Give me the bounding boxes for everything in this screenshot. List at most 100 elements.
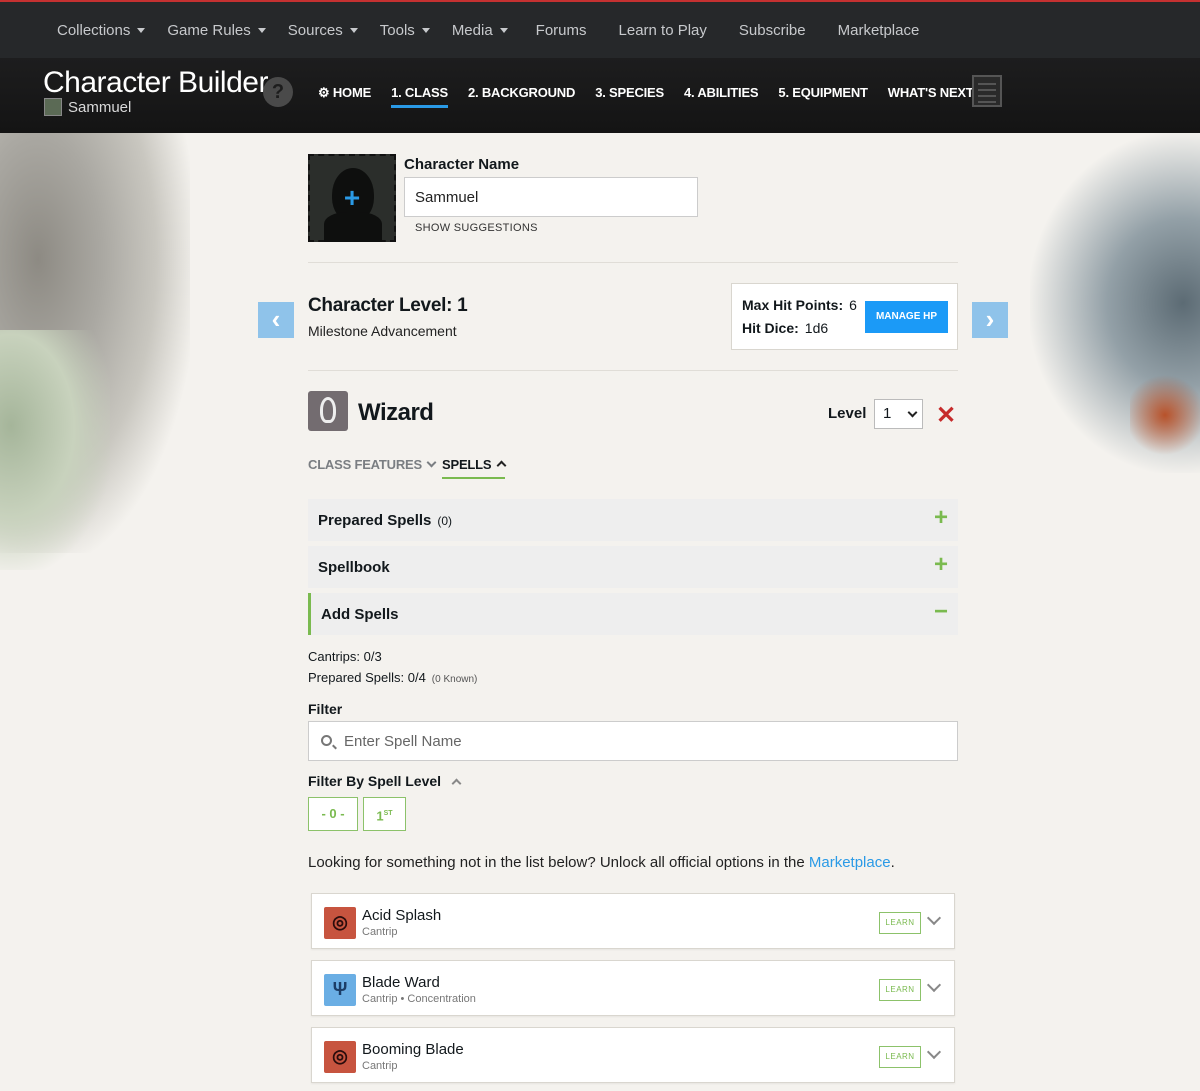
minus-icon: − bbox=[933, 598, 948, 625]
page-title: Character Builder bbox=[43, 66, 268, 99]
remove-class-icon[interactable]: ✕ bbox=[936, 401, 956, 430]
nav-label: Sources bbox=[287, 21, 343, 39]
learn-spell-button[interactable]: LEARN bbox=[879, 979, 921, 1001]
next-level-button[interactable]: › bbox=[972, 302, 1008, 338]
filter-by-level-label: Filter By Spell Level bbox=[308, 773, 442, 789]
chevron-down-icon[interactable] bbox=[926, 910, 942, 926]
nav-label: Collections bbox=[57, 21, 131, 39]
top-nav: Collections Game Rules Sources Tools Med… bbox=[0, 0, 1200, 58]
caret-down-icon bbox=[257, 27, 266, 33]
advancement-type: Milestone Advancement bbox=[308, 323, 457, 339]
evocation-school-icon: ◎ bbox=[324, 1041, 356, 1073]
nav-label: Game Rules bbox=[167, 21, 251, 39]
filter-level-0-button[interactable]: - 0 - bbox=[308, 797, 358, 831]
tab-class-features[interactable]: CLASS FEATURES bbox=[308, 457, 437, 472]
chevron-down-icon[interactable] bbox=[926, 1044, 942, 1060]
class-level-label: Level bbox=[828, 405, 867, 422]
search-icon bbox=[321, 735, 332, 746]
caret-down-icon bbox=[421, 27, 430, 33]
chevron-down-icon[interactable] bbox=[926, 977, 942, 993]
portrait-upload[interactable]: + bbox=[308, 154, 396, 242]
spellbook-accordion[interactable]: Spellbook + bbox=[308, 546, 958, 588]
nav-marketplace[interactable]: Marketplace bbox=[838, 22, 920, 39]
character-indicator: Sammuel bbox=[44, 98, 131, 116]
nav-sources[interactable]: Sources bbox=[288, 22, 358, 39]
nav-subscribe[interactable]: Subscribe bbox=[739, 22, 806, 39]
character-name-input[interactable] bbox=[404, 177, 698, 217]
step-abilities[interactable]: 4. ABILITIES bbox=[684, 85, 759, 101]
manage-hp-button[interactable]: MANAGE HP bbox=[865, 301, 948, 333]
nav-collections[interactable]: Collections bbox=[57, 21, 146, 39]
nav-media[interactable]: Media bbox=[452, 22, 508, 39]
abjuration-school-icon: Ψ bbox=[324, 974, 356, 1006]
prepared-spells-accordion[interactable]: Prepared Spells (0) + bbox=[308, 499, 958, 541]
class-level-select[interactable]: 1 bbox=[874, 399, 923, 429]
plus-icon: + bbox=[933, 504, 948, 531]
step-species[interactable]: 3. SPECIES bbox=[595, 85, 664, 101]
tab-label: SPELLS bbox=[442, 457, 492, 472]
silhouette-body bbox=[324, 212, 382, 242]
marketplace-text: Looking for something not in the list be… bbox=[308, 854, 809, 871]
evocation-school-icon: ◎ bbox=[324, 907, 356, 939]
character-name-display: Sammuel bbox=[68, 98, 132, 116]
prepared-spells-count: Prepared Spells: 0/4 (0 Known) bbox=[308, 670, 477, 685]
nav-learn-to-play[interactable]: Learn to Play bbox=[619, 22, 707, 39]
max-hp-label: Max Hit Points: bbox=[742, 297, 844, 313]
tab-spells[interactable]: SPELLS bbox=[442, 457, 507, 479]
chevron-up-icon bbox=[451, 778, 462, 789]
class-level-value: 1 bbox=[883, 405, 892, 422]
spell-filter bbox=[308, 721, 958, 761]
level-suffix: ST bbox=[383, 810, 393, 817]
level-number: 1 bbox=[376, 808, 384, 824]
character-sheet-icon[interactable] bbox=[972, 75, 1002, 107]
prev-level-button[interactable]: ‹ bbox=[258, 302, 294, 338]
hit-dice-row: Hit Dice: 1d6 bbox=[742, 320, 828, 336]
nav-label: Tools bbox=[379, 21, 415, 39]
wizard-class-icon bbox=[308, 391, 348, 431]
nav-game-rules[interactable]: Game Rules bbox=[167, 21, 266, 39]
add-portrait-icon: + bbox=[343, 182, 361, 213]
spell-search-input[interactable] bbox=[344, 722, 944, 760]
filter-label: Filter bbox=[308, 701, 343, 717]
step-equipment[interactable]: 5. EQUIPMENT bbox=[778, 85, 868, 101]
learn-spell-button[interactable]: LEARN bbox=[879, 912, 921, 934]
add-spells-accordion[interactable]: Add Spells − bbox=[308, 593, 958, 635]
step-home[interactable]: ⚙ HOME bbox=[318, 85, 371, 101]
marketplace-link[interactable]: Marketplace bbox=[809, 854, 891, 871]
filter-level-1-button[interactable]: 1ST bbox=[363, 797, 406, 831]
nav-label: Media bbox=[451, 21, 493, 39]
caret-down-icon bbox=[137, 27, 146, 33]
prepared-count: (0) bbox=[437, 514, 453, 528]
max-hp-row: Max Hit Points: 6 bbox=[742, 297, 857, 313]
nav-forums[interactable]: Forums bbox=[536, 22, 587, 39]
learn-spell-button[interactable]: LEARN bbox=[879, 1046, 921, 1068]
marketplace-period: . bbox=[890, 854, 895, 871]
accordion-label: Prepared Spells (0) bbox=[318, 512, 452, 529]
step-background[interactable]: 2. BACKGROUND bbox=[468, 85, 575, 101]
step-whats-next[interactable]: WHAT'S NEXT bbox=[888, 85, 983, 101]
spell-meta: Cantrip bbox=[362, 926, 398, 938]
accordion-label: Spellbook bbox=[318, 559, 390, 576]
character-name-label: Character Name bbox=[404, 156, 520, 173]
spell-row-blade-ward[interactable]: Ψ Blade Ward Cantrip • Concentration LEA… bbox=[311, 960, 955, 1016]
known-count: (0 Known) bbox=[431, 674, 478, 685]
marketplace-notice: Looking for something not in the list be… bbox=[308, 854, 895, 871]
help-icon[interactable]: ? bbox=[263, 77, 293, 107]
spell-name: Acid Splash bbox=[362, 907, 442, 924]
show-suggestions-link[interactable]: SHOW SUGGESTIONS bbox=[415, 222, 538, 234]
spell-row-booming-blade[interactable]: ◎ Booming Blade Cantrip LEARN bbox=[311, 1027, 955, 1083]
step-class[interactable]: 1. CLASS bbox=[391, 85, 448, 108]
avatar bbox=[44, 98, 62, 116]
plus-icon: + bbox=[933, 551, 948, 578]
caret-down-icon bbox=[499, 27, 508, 33]
character-level-title: Character Level: 1 bbox=[308, 295, 468, 316]
chevron-down-icon bbox=[907, 407, 918, 418]
nav-tools[interactable]: Tools bbox=[380, 22, 430, 39]
spell-row-acid-splash[interactable]: ◎ Acid Splash Cantrip LEARN bbox=[311, 893, 955, 949]
step-label: WHAT'S NEXT bbox=[887, 85, 974, 100]
hit-dice-value: 1d6 bbox=[804, 320, 829, 336]
divider bbox=[308, 370, 958, 371]
class-name: Wizard bbox=[358, 399, 434, 426]
filter-by-level-toggle[interactable]: Filter By Spell Level bbox=[308, 773, 462, 789]
prepared-spells-text: Prepared Spells: 0/4 bbox=[308, 670, 426, 685]
